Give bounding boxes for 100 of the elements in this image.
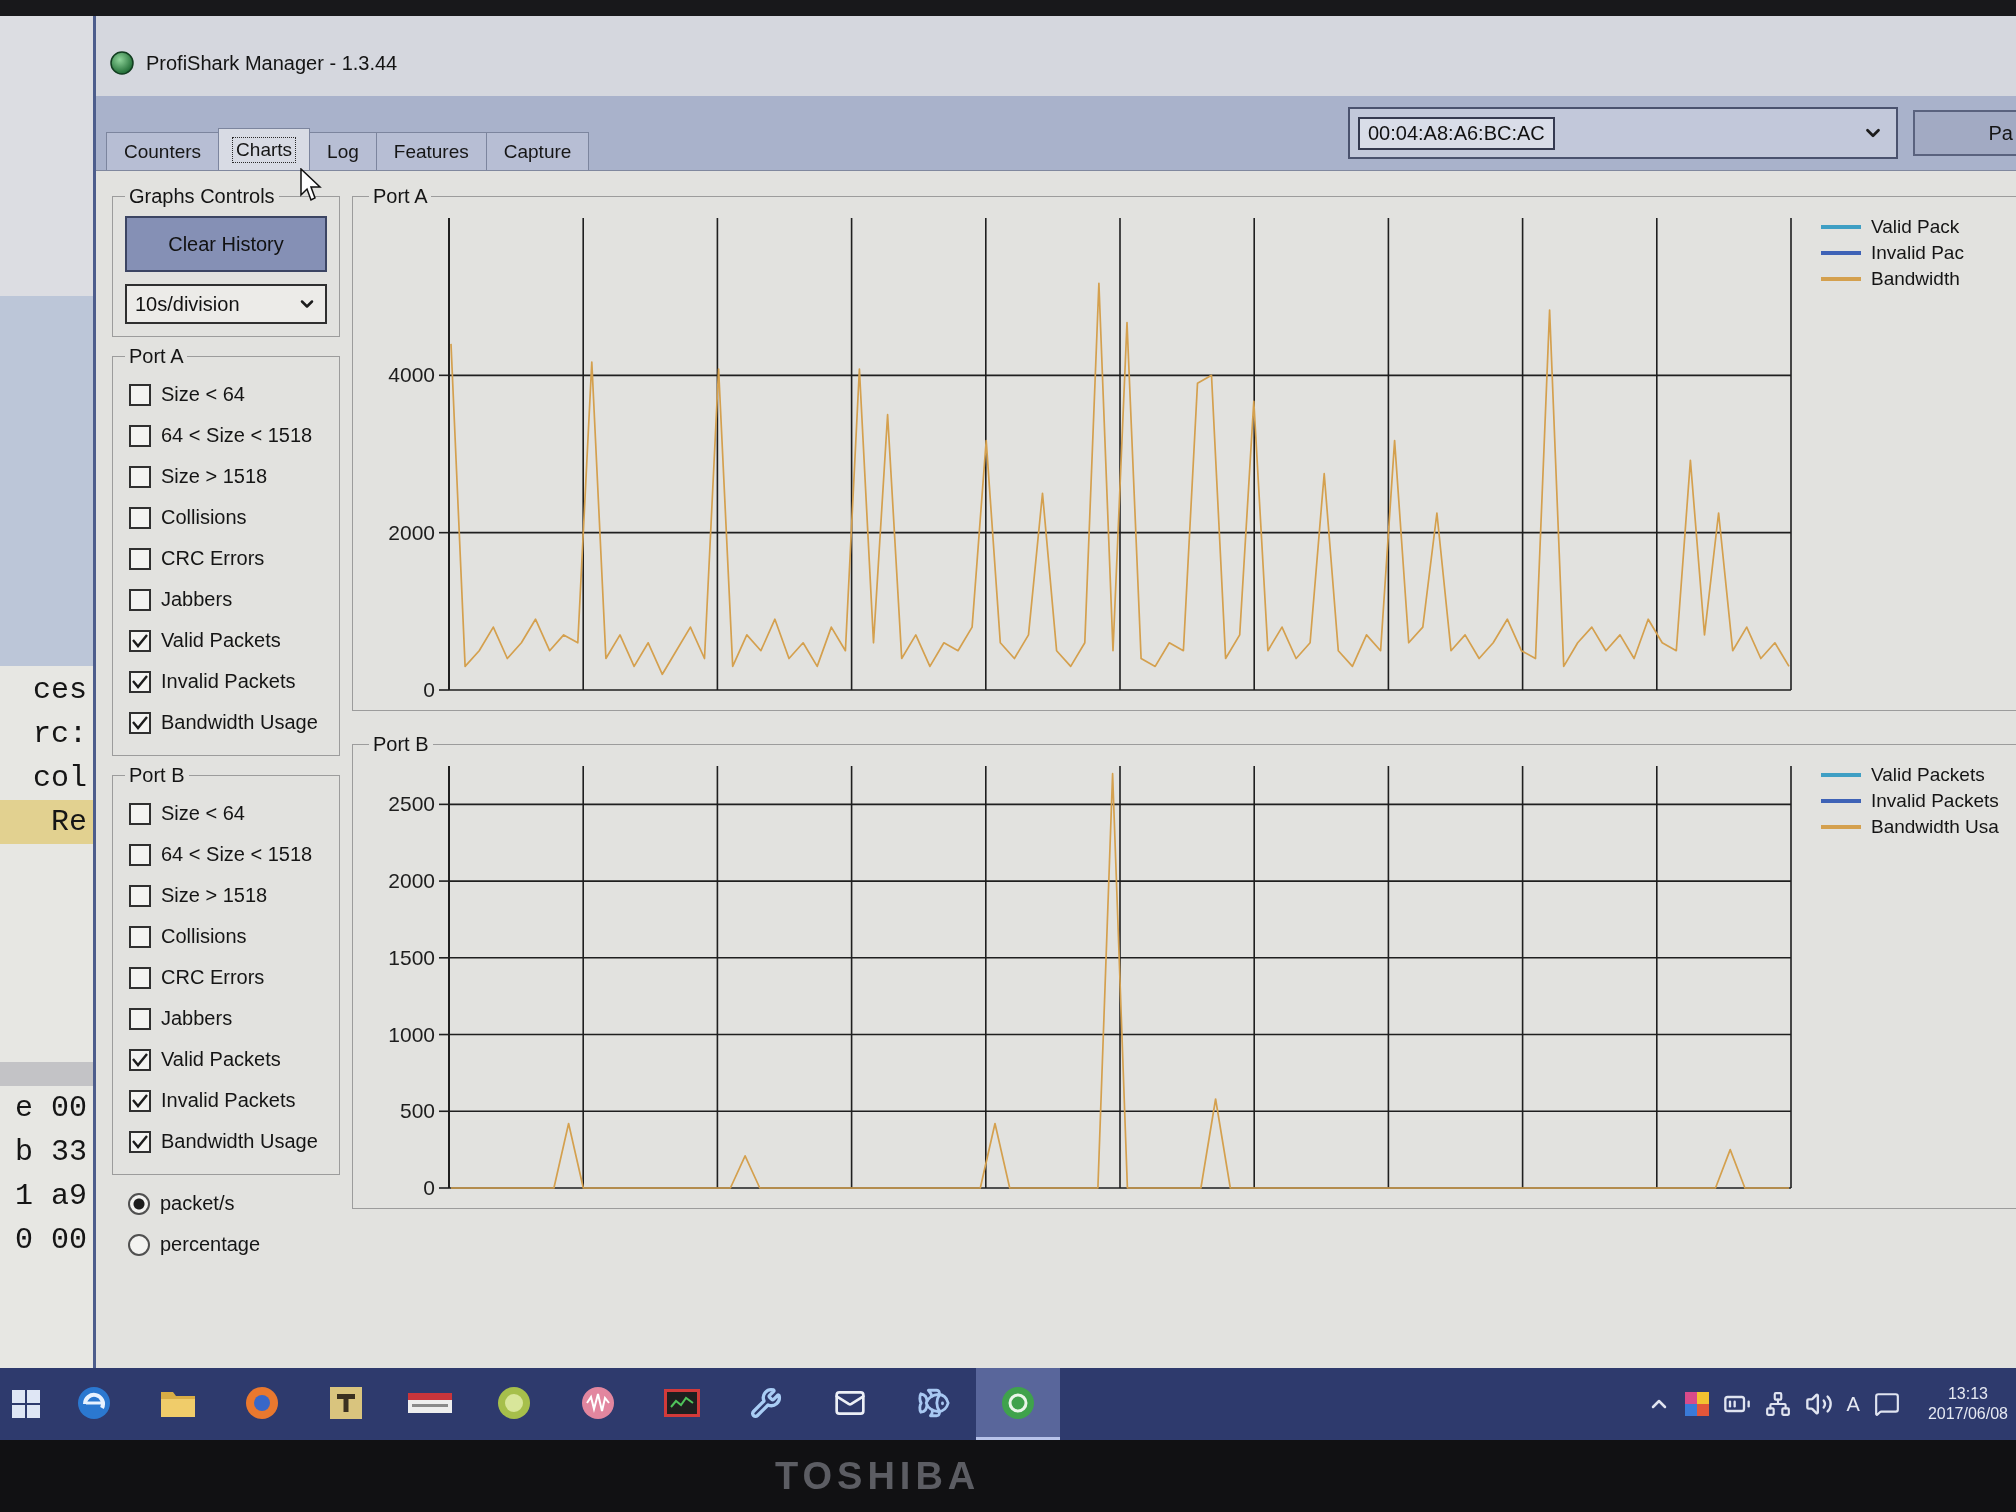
circle-logo-icon — [110, 51, 134, 75]
dropdown-value: 00:04:A8:A6:BC:AC — [1358, 116, 1555, 150]
hex-text: e 00 — [15, 1090, 88, 1127]
checkbox[interactable] — [129, 547, 151, 570]
checkbox[interactable] — [129, 711, 151, 734]
checkbox-label: Size < 64 — [161, 802, 245, 825]
checkbox[interactable] — [129, 670, 151, 693]
checkbox-label: 64 < Size < 1518 — [161, 424, 313, 447]
legend-label: Valid Packets — [1871, 764, 1985, 786]
checkbox-label: Collisions — [161, 925, 247, 948]
checkbox-label: Jabbers — [161, 588, 233, 611]
checkbox[interactable] — [129, 966, 151, 989]
taskbar-button[interactable] — [976, 1368, 1060, 1440]
checkbox[interactable] — [129, 802, 151, 825]
division-dropdown[interactable]: 10s/division — [125, 284, 327, 324]
checkbox[interactable] — [129, 1089, 151, 1112]
checkbox[interactable] — [129, 925, 151, 948]
axis-tick-label: 2000 — [388, 520, 435, 544]
radio-label: packet/s — [160, 1192, 235, 1215]
legend-label: Invalid Packets — [1871, 790, 1999, 812]
hex-text: 1 a9 — [15, 1178, 88, 1215]
tab[interactable]: Log — [309, 132, 377, 170]
hex-text: col — [33, 760, 88, 797]
checkbox[interactable] — [129, 1007, 151, 1030]
hex-text: Re — [0, 800, 93, 844]
check-icon — [132, 1093, 148, 1108]
checkbox[interactable] — [129, 506, 151, 529]
checkbox-label: Invalid Packets — [161, 670, 296, 693]
radio-button[interactable] — [128, 1233, 150, 1256]
input-indicator[interactable]: A — [1846, 1392, 1860, 1416]
group-title: Port B — [372, 733, 430, 756]
tab[interactable]: Features — [375, 132, 487, 170]
network-icon[interactable] — [1764, 1391, 1791, 1417]
axis-tick-label: 2500 — [388, 792, 435, 816]
mouse-pointer-icon — [300, 168, 322, 202]
color-grid-icon[interactable] — [1684, 1392, 1709, 1416]
checkbox[interactable] — [129, 465, 151, 488]
waveform-icon[interactable] — [581, 1385, 615, 1420]
group-title: Port A — [128, 345, 185, 368]
hex-text: 0 00 — [15, 1222, 88, 1259]
check-icon — [132, 1134, 148, 1149]
checkbox[interactable] — [129, 1048, 151, 1071]
checkbox[interactable] — [129, 424, 151, 447]
device-dropdown[interactable]: 00:04:A8:A6:BC:AC — [1348, 107, 1898, 159]
checkbox-label: Bandwidth Usage — [161, 711, 318, 734]
brand-logo: TOSHIBA — [775, 1454, 981, 1498]
legend-label: Bandwidth Usa — [1871, 816, 1999, 838]
bullseye-icon[interactable] — [245, 1385, 279, 1420]
legend-label: Valid Pack — [1871, 216, 1960, 238]
hex-text: rc: — [33, 716, 88, 753]
checkbox-label: Valid Packets — [161, 1048, 281, 1071]
message-icon[interactable] — [1873, 1391, 1900, 1417]
disc-icon[interactable] — [497, 1385, 531, 1420]
window-panes-icon[interactable] — [12, 1390, 40, 1418]
check-icon — [132, 715, 148, 730]
clear-history-button[interactable]: Clear History — [125, 216, 327, 272]
axis-tick-label: 2000 — [388, 869, 435, 893]
tab[interactable]: Counters — [106, 132, 220, 170]
arc-disc-icon[interactable] — [77, 1385, 111, 1420]
ring-icon[interactable] — [1001, 1385, 1035, 1420]
checkbox[interactable] — [129, 1130, 151, 1153]
checkbox[interactable] — [129, 629, 151, 652]
checkbox-label: Collisions — [161, 506, 247, 529]
axis-tick-label: 1500 — [388, 945, 435, 969]
checkbox[interactable] — [129, 383, 151, 406]
checkbox-label: Size > 1518 — [161, 465, 268, 488]
window-title: ProfiShark Manager - 1.3.44 — [146, 51, 398, 75]
checkbox-label: Size > 1518 — [161, 884, 268, 907]
checkbox[interactable] — [129, 884, 151, 907]
group-title: Port A — [372, 185, 429, 208]
hex-text: b 33 — [15, 1134, 88, 1171]
group-title: Graphs Controls — [128, 185, 276, 208]
checkbox[interactable] — [129, 843, 151, 866]
checkbox-label: CRC Errors — [161, 966, 265, 989]
axis-tick-label: 0 — [423, 678, 435, 700]
checkbox-label: Jabbers — [161, 1007, 233, 1030]
checkbox[interactable] — [129, 588, 151, 611]
radio-label: percentage — [160, 1233, 261, 1256]
checkbox-label: CRC Errors — [161, 547, 265, 570]
radio-button[interactable] — [128, 1192, 150, 1215]
wrench-icon[interactable] — [750, 1386, 782, 1419]
check-icon — [132, 674, 148, 689]
legend-label: Invalid Pac — [1871, 242, 1964, 264]
axis-tick-label: 500 — [399, 1099, 435, 1123]
tab[interactable]: Capture — [485, 132, 590, 170]
toolbar-button[interactable]: Pa — [1913, 110, 2016, 156]
banner-icon[interactable] — [408, 1392, 452, 1413]
axis-tick-label: 0 — [423, 1176, 435, 1198]
checkbox-label: Invalid Packets — [161, 1089, 296, 1112]
check-icon — [132, 633, 148, 648]
hex-text: ces — [33, 672, 88, 709]
t-tile-icon[interactable] — [330, 1386, 362, 1419]
tab[interactable]: Charts — [218, 128, 311, 170]
check-icon — [132, 1052, 148, 1067]
checkbox-label: Valid Packets — [161, 629, 281, 652]
checkbox-label: Bandwidth Usage — [161, 1130, 318, 1153]
axis-tick-label: 4000 — [388, 363, 435, 387]
checkbox-label: 64 < Size < 1518 — [161, 843, 313, 866]
monitor-icon[interactable] — [664, 1388, 700, 1417]
clock-time: 13:13 — [1947, 1385, 1988, 1403]
